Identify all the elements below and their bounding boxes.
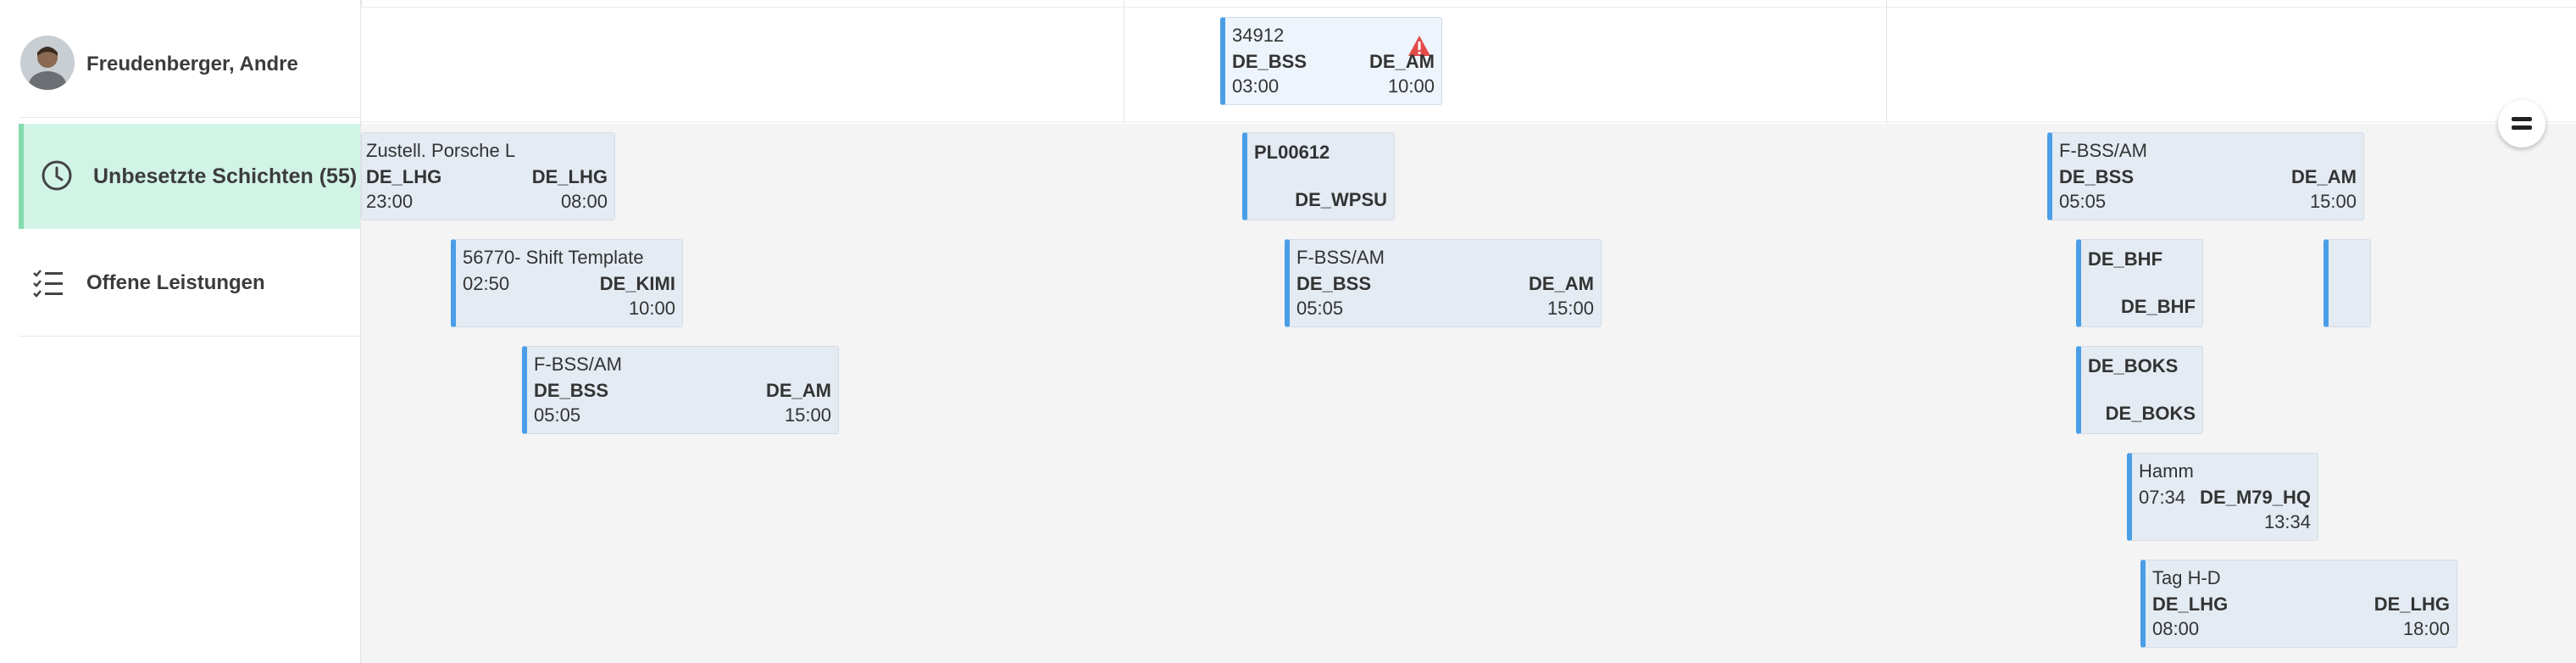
shift-title: Hamm <box>2139 460 2194 482</box>
shift-end: 15:00 <box>784 404 831 426</box>
clock-icon <box>42 160 72 191</box>
shift-title: DE_BHF <box>2088 248 2163 270</box>
shift-title: F-BSS/AM <box>534 354 622 375</box>
shift-card[interactable]: DE_BOKS DE_BOKS <box>2076 346 2203 434</box>
menu-toggle-icon <box>2512 125 2532 130</box>
shift-to-code: DE_LHG <box>531 166 608 187</box>
resource-sidebar: Freudenberger, Andre Unbesetzte Schichte… <box>19 0 362 663</box>
shift-card[interactable]: F-BSS/AM DE_BSS DE_AM 05:05 15:00 <box>522 346 839 434</box>
shift-start: 05:05 <box>1296 298 1344 319</box>
checklist-icon <box>33 270 63 298</box>
shift-card[interactable]: F-BSS/AM DE_BSS DE_AM 05:05 15:00 <box>1285 239 1602 327</box>
shift-title: PL00612 <box>1254 142 1330 163</box>
shift-card[interactable]: Hamm 07:34 DE_M79_HQ 13:34 <box>2127 453 2318 541</box>
shift-card[interactable]: DE_BHF DE_BHF <box>2076 239 2203 327</box>
shift-title: F-BSS/AM <box>2059 140 2147 161</box>
shift-from-code: DE_BSS <box>534 380 609 401</box>
shift-end: 15:00 <box>2309 191 2357 212</box>
shift-card[interactable] <box>2323 239 2371 327</box>
shift-title: Zustell. Porsche L <box>366 140 516 161</box>
unassigned-shifts-row[interactable]: Unbesetzte Schichten (55) <box>19 124 360 229</box>
unassigned-shifts-label: Unbesetzte Schichten (55) <box>93 164 358 188</box>
shift-code: DE_BOKS <box>2105 403 2196 424</box>
shift-code: DE_BHF <box>2120 296 2196 317</box>
person-lane <box>361 7 2576 122</box>
shift-start: 23:00 <box>366 191 414 212</box>
shift-card[interactable]: Tag H-D DE_LHG DE_LHG 08:00 18:00 <box>2140 560 2457 648</box>
menu-toggle-icon <box>2512 117 2532 121</box>
shift-code: DE_WPSU <box>1295 189 1387 210</box>
shift-title: 56770- Shift Template <box>463 247 644 268</box>
shift-code: DE_M79_HQ <box>2200 487 2311 508</box>
shift-end: 13:34 <box>2263 511 2311 532</box>
shift-from-code: DE_LHG <box>2152 593 2229 615</box>
shift-code: DE_KIMI <box>599 273 675 294</box>
shift-end: 10:00 <box>628 298 675 319</box>
shift-card[interactable]: PL00612 DE_WPSU <box>1242 132 1395 220</box>
shift-title: Tag H-D <box>2152 567 2221 588</box>
shift-card[interactable]: Zustell. Porsche L DE_LHG DE_LHG 23:00 0… <box>361 132 615 220</box>
shift-from-code: DE_BSS <box>1232 51 1307 72</box>
shift-to-code: DE_AM <box>2290 166 2357 187</box>
shift-to-code: DE_AM <box>1528 273 1594 294</box>
shift-end: 08:00 <box>560 191 608 212</box>
shift-id: 34912 <box>1232 25 1285 46</box>
menu-toggle-button[interactable] <box>2498 100 2545 148</box>
shift-card[interactable]: 56770- Shift Template 02:50 DE_KIMI 10:0… <box>451 239 683 327</box>
shift-start: 08:00 <box>2152 618 2200 639</box>
shift-end: 15:00 <box>1546 298 1594 319</box>
shift-start: 05:05 <box>534 404 581 426</box>
shift-start: 07:34 <box>2139 487 2186 508</box>
open-services-label: Offene Leistungen <box>86 271 265 294</box>
shift-to-code: DE_AM <box>765 380 831 401</box>
shift-from-code: DE_BSS <box>1296 273 1372 294</box>
shift-from-code: DE_BSS <box>2059 166 2135 187</box>
shift-card-34912[interactable]: 34912 DE_BSS DE_AM 03:00 10:00 <box>1220 17 1442 105</box>
shift-start: 05:05 <box>2059 191 2107 212</box>
shift-title: DE_BOKS <box>2088 355 2179 376</box>
open-services-row[interactable]: Offene Leistungen <box>19 231 360 337</box>
shift-to-code: DE_AM <box>1368 51 1435 72</box>
schedule-grid: 34912 DE_BSS DE_AM 03:00 10:00 Zustell. … <box>361 0 2576 663</box>
shift-start: 02:50 <box>463 273 510 294</box>
shift-end: 10:00 <box>1387 75 1435 97</box>
shift-end: 18:00 <box>2402 618 2450 639</box>
shift-title: F-BSS/AM <box>1296 247 1385 268</box>
day-divider <box>1886 0 1887 124</box>
shift-from-code: DE_LHG <box>366 166 442 187</box>
shift-start: 03:00 <box>1232 75 1280 97</box>
shift-card[interactable]: F-BSS/AM DE_BSS DE_AM 05:05 15:00 <box>2047 132 2364 220</box>
person-name: Freudenberger, Andre <box>86 53 298 75</box>
resource-row-person[interactable]: Freudenberger, Andre <box>19 7 360 118</box>
shift-to-code: DE_LHG <box>2373 593 2450 615</box>
avatar <box>20 36 75 90</box>
